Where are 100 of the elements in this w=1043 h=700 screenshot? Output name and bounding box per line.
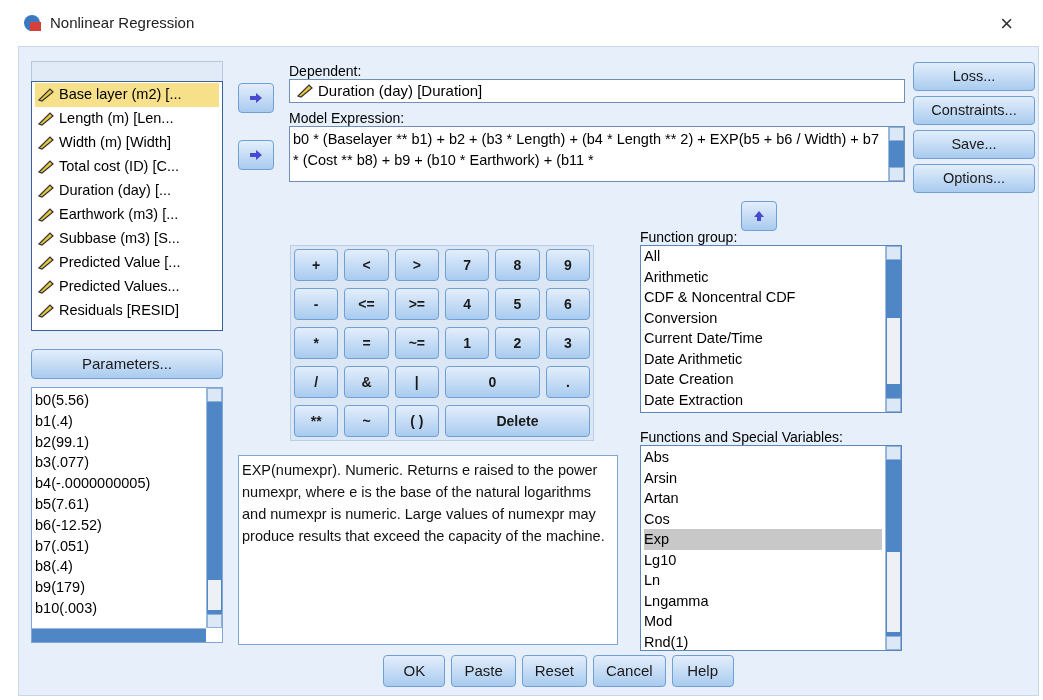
function-group-item[interactable]: Date Creation bbox=[644, 369, 882, 390]
keypad-key[interactable]: 7 bbox=[445, 249, 490, 281]
side-button[interactable]: Loss... bbox=[913, 62, 1035, 91]
scrollbar[interactable] bbox=[206, 388, 222, 628]
function-group-item[interactable]: CDF & Noncentral CDF bbox=[644, 287, 882, 308]
function-item[interactable]: Lngamma bbox=[644, 590, 882, 611]
dialog-button[interactable]: Paste bbox=[451, 655, 516, 687]
function-item[interactable]: Rnd(1) bbox=[644, 631, 882, 652]
function-group-item[interactable]: Arithmetic bbox=[644, 266, 882, 287]
function-item[interactable]: Arsin bbox=[644, 467, 882, 488]
parameters-button[interactable]: Parameters... bbox=[31, 349, 223, 379]
parameter-item[interactable]: b8(.4) bbox=[35, 556, 203, 578]
keypad-key[interactable]: 0 bbox=[445, 366, 540, 398]
function-group-item[interactable]: Current Date/Time bbox=[644, 328, 882, 349]
variable-item[interactable]: Earthwork (m3) [... bbox=[35, 203, 219, 227]
function-item[interactable]: Ln bbox=[644, 570, 882, 591]
keypad-key[interactable]: = bbox=[344, 327, 389, 359]
variable-item[interactable]: Residuals [RESID] bbox=[35, 299, 219, 323]
function-item[interactable]: Lg10 bbox=[644, 549, 882, 570]
dialog-button[interactable]: Cancel bbox=[592, 655, 666, 687]
dialog-button[interactable]: Help bbox=[671, 655, 734, 687]
variable-item[interactable]: Subbase (m3) [S... bbox=[35, 227, 219, 251]
parameter-item[interactable]: b1(.4) bbox=[35, 410, 203, 432]
right-arrow-icon bbox=[249, 92, 263, 104]
dependent-field[interactable]: Duration (day) [Duration] bbox=[289, 79, 905, 103]
parameter-item[interactable]: b9(179) bbox=[35, 577, 203, 598]
keypad-key[interactable]: / bbox=[294, 366, 339, 398]
function-group-item[interactable]: All bbox=[644, 246, 882, 267]
variable-item[interactable]: Length (m) [Len... bbox=[35, 107, 219, 131]
keypad-key[interactable]: 2 bbox=[495, 327, 540, 359]
ruler-icon bbox=[37, 280, 55, 294]
description-box: EXP(numexpr). Numeric. Returns e raised to the power numexpr, where e is the base of the natural logarithms and numexpr is numeric. Large values of numexpr may produce results that exceed the capacity of the machine. bbox=[238, 455, 618, 645]
keypad-key[interactable]: <= bbox=[344, 288, 389, 320]
parameter-item[interactable]: b3(.077) bbox=[35, 452, 203, 474]
scrollbar[interactable] bbox=[885, 246, 901, 412]
keypad-key[interactable]: . bbox=[545, 366, 590, 398]
functions-label: Functions and Special Variables: bbox=[640, 428, 844, 445]
keypad-key[interactable]: 6 bbox=[545, 288, 590, 320]
side-button[interactable]: Save... bbox=[913, 130, 1035, 159]
variable-item[interactable]: Predicted Value [... bbox=[35, 251, 219, 275]
function-item[interactable]: Mod bbox=[644, 611, 882, 632]
side-button[interactable]: Constraints... bbox=[913, 96, 1035, 125]
side-button[interactable]: Options... bbox=[913, 164, 1035, 193]
keypad-key[interactable]: | bbox=[394, 366, 439, 398]
ruler-icon bbox=[37, 304, 55, 318]
ruler-icon bbox=[37, 256, 55, 270]
function-item[interactable]: Cos bbox=[644, 508, 882, 529]
parameter-item[interactable]: b5(7.61) bbox=[35, 494, 203, 515]
function-item[interactable]: Artan bbox=[644, 488, 882, 509]
ruler-icon bbox=[37, 160, 55, 174]
function-group-item[interactable]: Conversion bbox=[644, 307, 882, 328]
dialog-button[interactable]: Reset bbox=[521, 655, 587, 687]
parameter-item[interactable]: b2(99.1) bbox=[35, 431, 203, 453]
variable-item[interactable]: Total cost (ID) [C... bbox=[35, 155, 219, 179]
keypad-key[interactable]: 9 bbox=[545, 249, 590, 281]
function-item[interactable]: Exp bbox=[644, 529, 882, 550]
move-button[interactable] bbox=[238, 83, 274, 113]
keypad-key[interactable]: ~ bbox=[344, 405, 389, 437]
function-group-item[interactable]: Date Arithmetic bbox=[644, 348, 882, 369]
variable-item[interactable]: Duration (day) [... bbox=[35, 179, 219, 203]
move-button[interactable] bbox=[238, 140, 274, 170]
parameter-item[interactable]: b4(-.0000000005) bbox=[35, 473, 203, 494]
scrollbar[interactable] bbox=[885, 446, 901, 650]
keypad-key[interactable]: - bbox=[294, 288, 339, 320]
keypad-key[interactable]: ( ) bbox=[394, 405, 439, 437]
ruler-icon bbox=[37, 208, 55, 222]
horizontal-scrollbar[interactable] bbox=[32, 628, 206, 642]
keypad-key[interactable]: 5 bbox=[495, 288, 540, 320]
window-title: Nonlinear Regression bbox=[50, 12, 196, 33]
ruler-icon bbox=[296, 84, 314, 98]
keypad-key[interactable]: 4 bbox=[445, 288, 490, 320]
variable-item[interactable]: Width (m) [Width] bbox=[35, 131, 219, 155]
keypad-key[interactable]: + bbox=[294, 249, 339, 281]
keypad-key[interactable]: < bbox=[344, 249, 389, 281]
variable-item[interactable]: Predicted Values... bbox=[35, 275, 219, 299]
keypad-key[interactable]: >= bbox=[394, 288, 439, 320]
keypad-key[interactable]: & bbox=[344, 366, 389, 398]
close-button[interactable]: × bbox=[992, 6, 1021, 40]
keypad-key[interactable]: ~= bbox=[394, 327, 439, 359]
parameter-item[interactable]: b6(-12.52) bbox=[35, 514, 203, 536]
ruler-icon bbox=[37, 136, 55, 150]
keypad-key[interactable]: * bbox=[294, 327, 339, 359]
dialog-button[interactable]: OK bbox=[383, 655, 446, 687]
function-group-item[interactable]: Date Extraction bbox=[644, 389, 882, 410]
function-item[interactable]: Abs bbox=[644, 447, 882, 468]
move-button[interactable] bbox=[741, 201, 777, 231]
dependent-label: Dependent: bbox=[289, 62, 363, 79]
parameter-item[interactable]: b7(.051) bbox=[35, 535, 203, 557]
variable-item[interactable]: Base layer (m2) [... bbox=[35, 83, 219, 107]
keypad-key[interactable]: Delete bbox=[445, 405, 590, 437]
keypad-key[interactable]: > bbox=[394, 249, 439, 281]
parameter-item[interactable]: b10(.003) bbox=[35, 597, 203, 619]
ruler-icon bbox=[37, 184, 55, 198]
keypad-key[interactable]: ** bbox=[294, 405, 339, 437]
keypad-key[interactable]: 3 bbox=[545, 327, 590, 359]
parameter-item[interactable]: b0(5.56) bbox=[35, 390, 203, 411]
ruler-icon bbox=[37, 112, 55, 126]
function-group-label: Function group: bbox=[640, 228, 739, 245]
keypad-key[interactable]: 1 bbox=[445, 327, 490, 359]
keypad-key[interactable]: 8 bbox=[495, 249, 540, 281]
